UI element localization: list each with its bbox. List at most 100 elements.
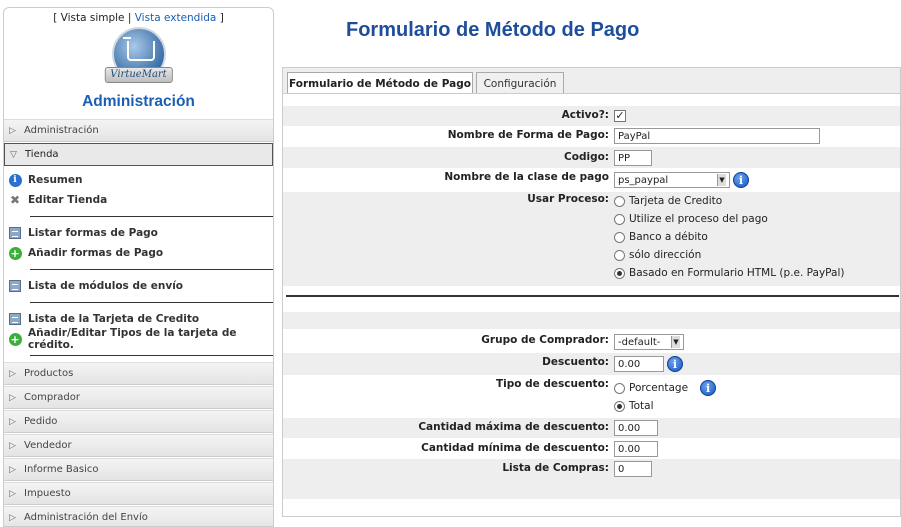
proceso-option-tarjeta[interactable]: Tarjeta de Credito [614, 192, 844, 210]
menu-item-lista-tarjeta[interactable]: Lista de la Tarjeta de Credito [8, 309, 273, 329]
radio-label: sólo dirección [629, 249, 702, 261]
menu-section-productos[interactable]: ▷ Productos [4, 362, 273, 385]
nombre-input[interactable] [614, 128, 820, 144]
menu-section-label: Pedido [24, 416, 58, 427]
info-icon[interactable]: i [733, 172, 749, 188]
menu-item-editar-tienda[interactable]: ✖ Editar Tienda [8, 190, 273, 210]
form-row-min-descuento: Cantidad mínima de descuento: [283, 438, 900, 459]
grupo-label: Grupo de Comprador: [481, 334, 609, 346]
lista-compras-input[interactable] [614, 461, 652, 477]
add-icon: + [8, 332, 22, 346]
radio-button[interactable] [614, 195, 625, 207]
bracket-close: ] [216, 12, 224, 24]
clase-select[interactable]: ps_paypal ▼ [614, 172, 730, 188]
chevron-right-icon: ▷ [9, 464, 16, 475]
extended-view-link[interactable]: Vista extendida [135, 12, 217, 24]
activo-label: Activo?: [561, 109, 609, 121]
tipo-option-total[interactable]: Total [614, 397, 716, 415]
proceso-option-banco[interactable]: Banco a débito [614, 228, 844, 246]
lista-compras-label: Lista de Compras: [502, 462, 609, 474]
tienda-menu-items: i Resumen ✖ Editar Tienda Listar formas … [4, 167, 273, 362]
view-sep: | [124, 12, 135, 24]
form-panel: Activo?: ✓ Nombre de Forma de Pago: Codi… [282, 93, 901, 517]
chevron-right-icon: ▷ [9, 368, 16, 379]
list-icon [9, 280, 21, 292]
bracket-open: [ [53, 12, 61, 24]
menu-item-editar-tarjeta[interactable]: + Añadir/Editar Tipos de la tarjeta de c… [8, 327, 273, 351]
menu-divider [30, 269, 273, 270]
chevron-right-icon: ▷ [9, 488, 16, 499]
radio-label: Banco a débito [629, 231, 708, 243]
radio-label: Basado en Formulario HTML (p.e. PayPal) [629, 267, 845, 279]
info-icon[interactable]: i [700, 380, 717, 396]
form-row-activo: Activo?: ✓ [283, 106, 900, 126]
menu-divider [30, 355, 273, 356]
radio-button[interactable] [614, 213, 625, 225]
tab-bar: Formulario de Método de Pago Configuraci… [282, 67, 901, 95]
codigo-input[interactable] [614, 150, 652, 166]
max-descuento-input[interactable] [614, 420, 658, 436]
list-icon [9, 313, 21, 325]
chevron-right-icon: ▷ [9, 416, 16, 427]
proceso-option-proceso[interactable]: Utilize el proceso del pago [614, 210, 844, 228]
menu-section-administracion[interactable]: ▷ Administración [4, 119, 273, 142]
proceso-label: Usar Proceso: [527, 193, 609, 205]
menu-section-label: Productos [24, 368, 74, 379]
proceso-option-html[interactable]: Basado en Formulario HTML (p.e. PayPal) [614, 264, 844, 282]
list-icon [9, 227, 21, 239]
form-row-max-descuento: Cantidad máxima de descuento: [283, 418, 900, 438]
menu-item-resumen[interactable]: i Resumen [8, 170, 273, 190]
tipo-option-porcentage[interactable]: Porcentage i [614, 379, 717, 397]
descuento-label: Descuento: [542, 356, 609, 368]
menu-section-pedido[interactable]: ▷ Pedido [4, 410, 273, 433]
min-descuento-input[interactable] [614, 441, 658, 457]
menu-item-modulos-envio[interactable]: Lista de módulos de envío [8, 276, 273, 296]
tools-icon: ✖ [9, 193, 21, 207]
menu-item-listar-pago[interactable]: Listar formas de Pago [8, 223, 273, 243]
simple-view-link[interactable]: Vista simple [61, 12, 125, 24]
radio-label: Tarjeta de Credito [629, 195, 723, 207]
radio-button[interactable] [614, 267, 625, 279]
menu-section-label: Impuesto [24, 488, 71, 499]
menu-section-tienda[interactable]: ▽ Tienda [4, 143, 273, 166]
radio-button[interactable] [614, 382, 625, 394]
menu-section-label: Administración [24, 125, 99, 136]
radio-button[interactable] [614, 231, 625, 243]
admin-sidebar: [ Vista simple | Vista extendida ] Virtu… [3, 7, 274, 527]
form-row-nombre: Nombre de Forma de Pago: [283, 126, 900, 147]
tab-configuracion[interactable]: Configuración [476, 72, 564, 94]
form-row-lista-compras: Lista de Compras: [283, 459, 900, 499]
menu-section-informe[interactable]: ▷ Informe Basico [4, 458, 273, 481]
menu-section-label: Vendedor [24, 440, 72, 451]
tab-formulario[interactable]: Formulario de Método de Pago [287, 72, 473, 95]
menu-item-label: Añadir formas de Pago [28, 247, 164, 259]
info-icon[interactable]: i [667, 356, 683, 372]
menu-section-impuesto[interactable]: ▷ Impuesto [4, 482, 273, 505]
menu-item-label: Lista de módulos de envío [28, 280, 184, 292]
radio-button[interactable] [614, 249, 625, 261]
menu-item-label: Resumen [28, 174, 83, 186]
form-row-grupo: Grupo de Comprador: -default- ▼ [283, 331, 900, 353]
form-row-descuento: Descuento: i [283, 353, 900, 375]
menu-section-vendedor[interactable]: ▷ Vendedor [4, 434, 273, 457]
descuento-input[interactable] [614, 356, 664, 372]
info-icon: i [8, 173, 22, 187]
menu-section-label: Informe Basico [24, 464, 99, 475]
menu-section-label: Administración del Envío [24, 512, 148, 523]
virtuemart-logo: VirtueMart [4, 27, 273, 87]
page-title: Formulario de Método de Pago [346, 19, 640, 41]
menu-section-comprador[interactable]: ▷ Comprador [4, 386, 273, 409]
min-descuento-label: Cantidad mínima de descuento: [421, 442, 609, 454]
chevron-down-icon: ▽ [10, 149, 17, 160]
form-divider [286, 295, 899, 297]
dropdown-arrow-icon: ▼ [717, 174, 726, 186]
view-switcher: [ Vista simple | Vista extendida ] [4, 12, 273, 24]
radio-button[interactable] [614, 400, 625, 412]
menu-item-anadir-pago[interactable]: + Añadir formas de Pago [8, 243, 273, 263]
grupo-select[interactable]: -default- ▼ [614, 334, 684, 350]
nombre-label: Nombre de Forma de Pago: [447, 129, 609, 141]
activo-checkbox[interactable]: ✓ [614, 110, 626, 122]
form-row-proceso: Usar Proceso: Tarjeta de Credito Utilize… [283, 192, 900, 286]
proceso-option-direccion[interactable]: sólo dirección [614, 246, 844, 264]
form-spacer-row [283, 312, 900, 329]
